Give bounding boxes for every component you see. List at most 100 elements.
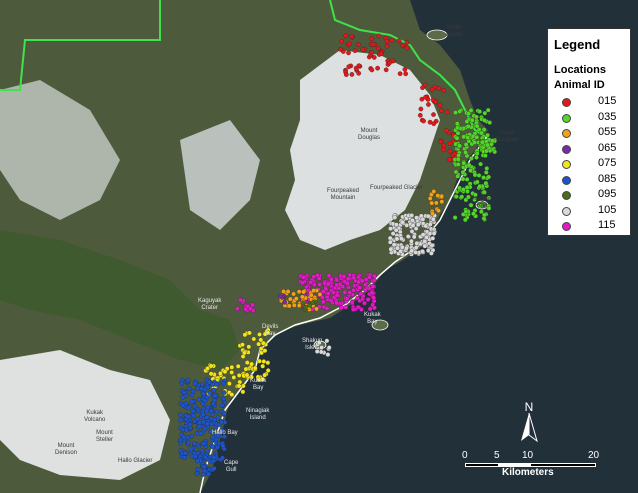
location-point-035: [485, 142, 490, 148]
location-point-105: [388, 226, 393, 231]
location-point-035: [455, 156, 461, 162]
location-point-065: [277, 293, 283, 299]
location-point-035: [455, 162, 461, 167]
location-point-035: [465, 135, 470, 140]
location-point-055: [291, 302, 297, 308]
place-mount-douglas: Mount Douglas: [358, 128, 381, 141]
shaw-island: [426, 29, 448, 41]
location-point-015: [441, 143, 447, 149]
location-point-085: [210, 444, 216, 450]
legend-label: 085: [598, 172, 617, 185]
north-arrow-icon: [521, 413, 538, 443]
location-point-105: [409, 248, 415, 254]
location-point-115: [248, 306, 253, 312]
location-point-085: [207, 390, 213, 396]
location-point-015: [352, 48, 358, 54]
place-cape-gull: Cape Gull: [224, 460, 239, 473]
legend-item-065: 065: [562, 142, 628, 156]
legend-item-035: 035: [562, 111, 628, 125]
location-point-105: [410, 217, 415, 223]
location-point-115: [308, 280, 314, 285]
location-point-115: [320, 299, 326, 305]
location-point-035: [477, 109, 483, 114]
scale-bar: 0 5 10 20 Kilometers: [462, 450, 602, 480]
legend-item-055: 055: [562, 126, 628, 140]
legend-label: 075: [598, 157, 617, 169]
location-point-085: [188, 446, 194, 452]
location-point-085: [200, 412, 206, 417]
location-point-115: [339, 305, 344, 311]
location-point-115: [345, 276, 351, 282]
location-point-115: [367, 306, 373, 312]
location-point-035: [454, 135, 460, 141]
location-point-075: [229, 364, 235, 370]
location-point-075: [258, 337, 264, 343]
location-point-105: [394, 222, 399, 228]
location-point-105: [392, 215, 398, 220]
location-point-115: [359, 278, 365, 284]
location-point-085: [180, 402, 186, 408]
location-point-015: [431, 121, 437, 127]
location-point-015: [441, 88, 447, 93]
location-point-055: [314, 306, 319, 312]
legend-swatch: [562, 222, 571, 231]
location-point-105: [387, 235, 393, 241]
location-point-035: [455, 173, 461, 179]
location-point-035: [465, 189, 470, 194]
location-point-085: [190, 408, 196, 414]
location-point-115: [358, 291, 364, 297]
location-point-115: [334, 300, 340, 306]
location-point-015: [446, 157, 452, 163]
location-point-035: [471, 211, 476, 217]
location-point-105: [391, 242, 397, 248]
location-point-035: [474, 179, 480, 185]
location-point-085: [218, 419, 224, 425]
location-point-015: [426, 102, 431, 107]
location-point-035: [485, 132, 490, 138]
location-point-075: [251, 336, 257, 342]
location-point-095: [300, 300, 306, 306]
location-point-105: [395, 245, 400, 251]
location-point-015: [370, 42, 376, 47]
legend-swatch: [562, 113, 571, 123]
location-point-065: [282, 299, 288, 305]
location-point-085: [220, 443, 226, 449]
location-point-115: [367, 274, 372, 280]
location-point-075: [244, 360, 250, 365]
location-point-015: [339, 38, 345, 44]
location-point-015: [346, 50, 351, 56]
place-hallo-glacier: Hallo Glacier: [118, 458, 153, 464]
location-point-015: [447, 140, 453, 146]
location-point-075: [242, 350, 247, 356]
location-point-075: [222, 369, 228, 375]
location-point-015: [346, 64, 352, 70]
location-point-115: [334, 292, 340, 298]
location-point-035: [469, 156, 474, 161]
location-point-115: [369, 290, 375, 296]
location-point-035: [460, 169, 466, 175]
legend-label: 055: [598, 126, 617, 138]
place-douglas-reef: Douglas Reef: [470, 196, 493, 209]
location-point-035: [483, 153, 488, 158]
location-point-015: [378, 51, 384, 57]
location-point-035: [452, 215, 458, 220]
location-point-075: [205, 366, 210, 371]
location-point-035: [483, 170, 489, 175]
place-kuliak-bay: Kuliak Bay: [250, 378, 267, 391]
location-point-075: [229, 370, 235, 375]
location-point-015: [402, 67, 408, 72]
location-point-015: [429, 87, 435, 92]
location-point-085: [204, 414, 210, 420]
location-point-075: [235, 363, 241, 369]
location-point-105: [423, 223, 429, 229]
location-point-115: [301, 274, 306, 280]
location-point-035: [484, 148, 489, 154]
location-point-115: [316, 276, 322, 281]
location-point-105: [404, 245, 409, 251]
location-point-085: [211, 455, 217, 460]
location-point-105: [411, 234, 417, 240]
location-point-115: [349, 300, 355, 305]
location-point-035: [463, 150, 468, 155]
location-point-035: [462, 217, 468, 223]
location-point-075: [240, 342, 245, 348]
